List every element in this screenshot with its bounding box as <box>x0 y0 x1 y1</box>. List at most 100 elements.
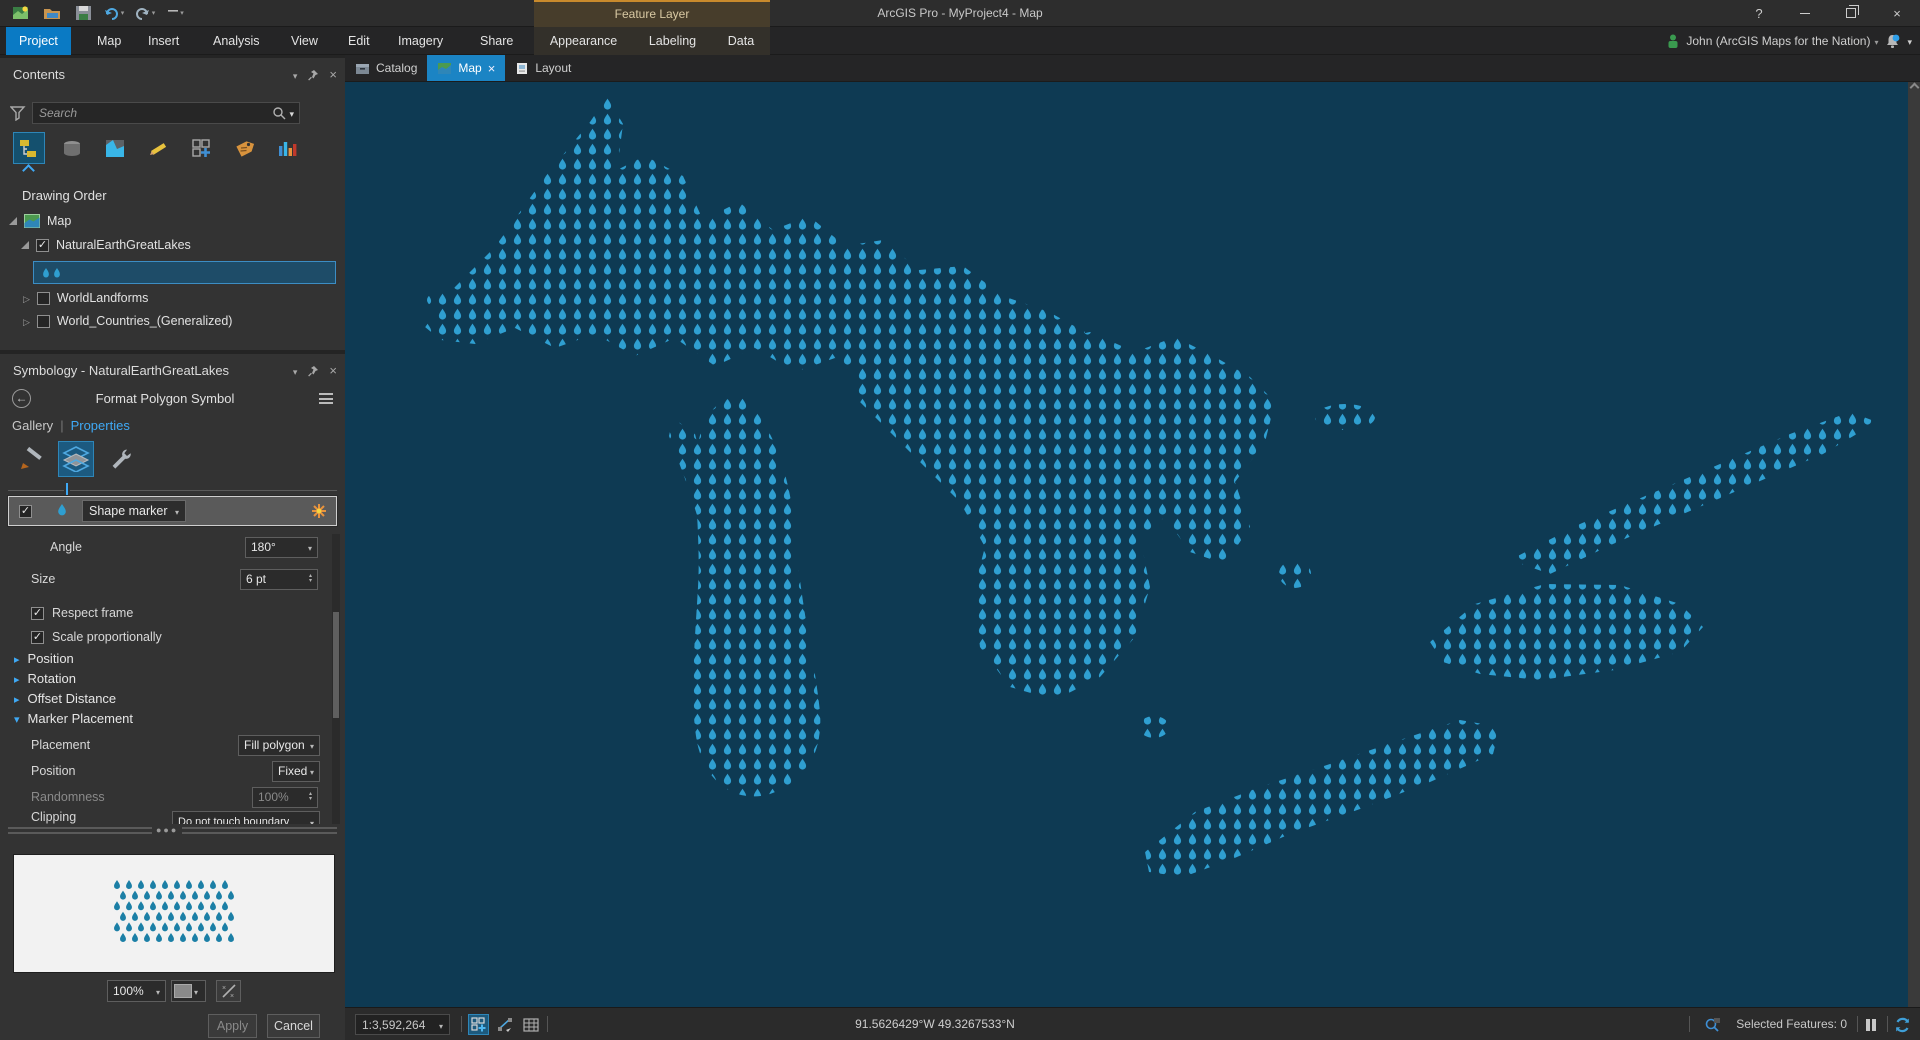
new-project-icon[interactable] <box>10 3 32 23</box>
help-button[interactable]: ? <box>1736 0 1782 26</box>
preview-background-swatch[interactable] <box>171 980 206 1002</box>
symbol-layer-row[interactable]: Shape marker <box>7 495 338 527</box>
respect-frame-checkbox[interactable] <box>31 606 44 620</box>
apply-button[interactable]: Apply <box>208 1014 257 1038</box>
close-pane-icon[interactable] <box>329 363 337 378</box>
clipping-dropdown[interactable]: Do not touch boundary <box>172 811 320 824</box>
pin-icon[interactable] <box>307 365 319 377</box>
pane-hamburger-menu-icon[interactable] <box>319 393 333 404</box>
layer-visibility-checkbox[interactable] <box>36 314 50 328</box>
list-charts-icon[interactable] <box>272 133 302 163</box>
ribbon-collapse-chevron-icon[interactable] <box>1907 34 1912 48</box>
scale-proportionally-checkbox[interactable] <box>31 630 44 644</box>
minimize-button[interactable] <box>1782 0 1828 26</box>
tree-node-layer-greatlakes[interactable]: NaturalEarthGreatLakes <box>0 236 345 254</box>
layer-symbol-row-selected[interactable] <box>33 261 336 284</box>
search-box[interactable] <box>32 102 300 124</box>
scroll-up-icon[interactable] <box>1909 82 1919 93</box>
layer-color-burst-icon[interactable] <box>310 502 328 520</box>
refresh-icon[interactable] <box>1893 1015 1912 1034</box>
undo-button[interactable] <box>103 3 125 23</box>
map-scale-dropdown[interactable]: 1:3,592,264 <box>355 1014 450 1035</box>
tab-gallery[interactable]: Gallery <box>12 418 53 433</box>
snap-to-grid-toggle-icon[interactable] <box>468 1014 489 1035</box>
tab-properties[interactable]: Properties <box>71 418 130 433</box>
st-lawrence-river[interactable] <box>1510 412 1877 574</box>
ribbon-tab-edit[interactable]: Edit <box>335 27 383 55</box>
list-by-data-source-icon[interactable] <box>57 133 87 163</box>
pane-splitter[interactable]: ●●● <box>0 824 345 840</box>
lake-michigan[interactable] <box>693 397 821 797</box>
tree-node-map[interactable]: Map <box>0 212 345 230</box>
close-pane-icon[interactable] <box>329 67 337 82</box>
list-by-editing-icon[interactable] <box>143 133 173 163</box>
respect-frame-row[interactable]: Respect frame <box>0 602 345 624</box>
pane-menu-icon[interactable] <box>293 364 298 378</box>
expander-open-icon[interactable] <box>9 217 17 225</box>
preview-zoom-dropdown[interactable]: 100% <box>107 980 166 1002</box>
restore-button[interactable] <box>1828 0 1874 26</box>
layer-symbol-swatch[interactable] <box>40 266 66 280</box>
customize-toolbar-icon[interactable] <box>165 3 187 23</box>
sketch-status-icon[interactable] <box>495 1015 514 1034</box>
small-lake-west-1[interactable] <box>427 292 453 308</box>
lake-ontario[interactable] <box>1430 584 1703 680</box>
size-stepper[interactable]: 6 pt ▴ ▾ <box>240 568 318 590</box>
scale-proportionally-row[interactable]: Scale proportionally <box>0 626 345 648</box>
map-view[interactable] <box>345 82 1920 1007</box>
filter-icon[interactable] <box>10 106 26 121</box>
expander-offset-distance[interactable]: Offset Distance <box>14 690 334 706</box>
cursor-coordinates[interactable]: 91.5626429°W 49.3267533°N <box>785 1017 1085 1031</box>
lake-st-clair[interactable] <box>1139 716 1169 738</box>
small-lake-west-2[interactable] <box>467 315 489 329</box>
pane-menu-icon[interactable] <box>293 68 298 82</box>
account-menu[interactable]: John (ArcGIS Maps for the Nation) <box>1667 27 1912 55</box>
search-options-icon[interactable] <box>289 106 294 120</box>
list-by-drawing-order-icon[interactable] <box>13 132 45 164</box>
tree-node-layer-worldcountries[interactable]: World_Countries_(Generalized) <box>0 312 345 330</box>
position-dropdown[interactable]: Fixed <box>272 760 320 782</box>
preview-overlay-toggle[interactable]: × × <box>216 980 241 1002</box>
ribbon-tab-share[interactable]: Share <box>467 27 526 55</box>
pause-drawing-icon[interactable] <box>1861 1015 1880 1034</box>
search-input[interactable] <box>33 106 273 120</box>
symbol-layer-checkbox[interactable] <box>19 504 32 518</box>
search-icon[interactable] <box>272 106 286 120</box>
symbol-layer-type-dropdown[interactable]: Shape marker <box>82 500 186 522</box>
placement-dropdown[interactable]: Fill polygon <box>238 734 320 756</box>
ribbon-tab-appearance[interactable]: Appearance <box>544 27 623 55</box>
map-scrollbar[interactable] <box>1908 82 1920 1007</box>
close-map-tab-icon[interactable] <box>488 61 496 76</box>
expander-closed-icon[interactable] <box>23 314 30 328</box>
ribbon-tab-analysis[interactable]: Analysis <box>200 27 273 55</box>
list-by-selection-icon[interactable] <box>100 133 130 163</box>
layer-visibility-checkbox[interactable] <box>36 238 49 252</box>
list-by-labeling-icon[interactable] <box>229 133 259 163</box>
properties-scrollbar[interactable] <box>332 534 340 824</box>
lake-huron[interactable] <box>855 327 1275 700</box>
layer-visibility-checkbox[interactable] <box>36 291 50 305</box>
save-project-icon[interactable] <box>72 3 94 23</box>
expander-closed-icon[interactable] <box>23 291 30 305</box>
cancel-button[interactable]: Cancel <box>267 1014 320 1038</box>
ribbon-tab-insert[interactable]: Insert <box>135 27 192 55</box>
grid-table-icon[interactable] <box>521 1015 540 1034</box>
lake-erie[interactable] <box>1145 720 1500 877</box>
expander-rotation[interactable]: Rotation <box>14 670 334 686</box>
ribbon-tab-labeling[interactable]: Labeling <box>643 27 702 55</box>
open-project-icon[interactable] <box>41 3 63 23</box>
ribbon-tab-data[interactable]: Data <box>722 27 760 55</box>
tab-layout[interactable]: Layout <box>505 55 581 81</box>
ribbon-tab-project[interactable]: Project <box>6 27 71 55</box>
expander-marker-placement[interactable]: Marker Placement <box>14 710 334 726</box>
expander-open-icon[interactable] <box>21 241 29 249</box>
list-by-snapping-icon[interactable] <box>186 133 216 163</box>
angle-combo[interactable]: 180° <box>245 536 318 558</box>
expander-position[interactable]: Position <box>14 650 334 666</box>
lake-simcoe[interactable] <box>1279 560 1311 588</box>
notification-bell-icon[interactable] <box>1885 34 1900 49</box>
ribbon-tab-imagery[interactable]: Imagery <box>385 27 456 55</box>
tab-map[interactable]: Map <box>427 55 506 81</box>
selected-features-count[interactable]: Selected Features: 0 <box>1736 1017 1847 1031</box>
back-button[interactable]: ← <box>12 389 31 408</box>
